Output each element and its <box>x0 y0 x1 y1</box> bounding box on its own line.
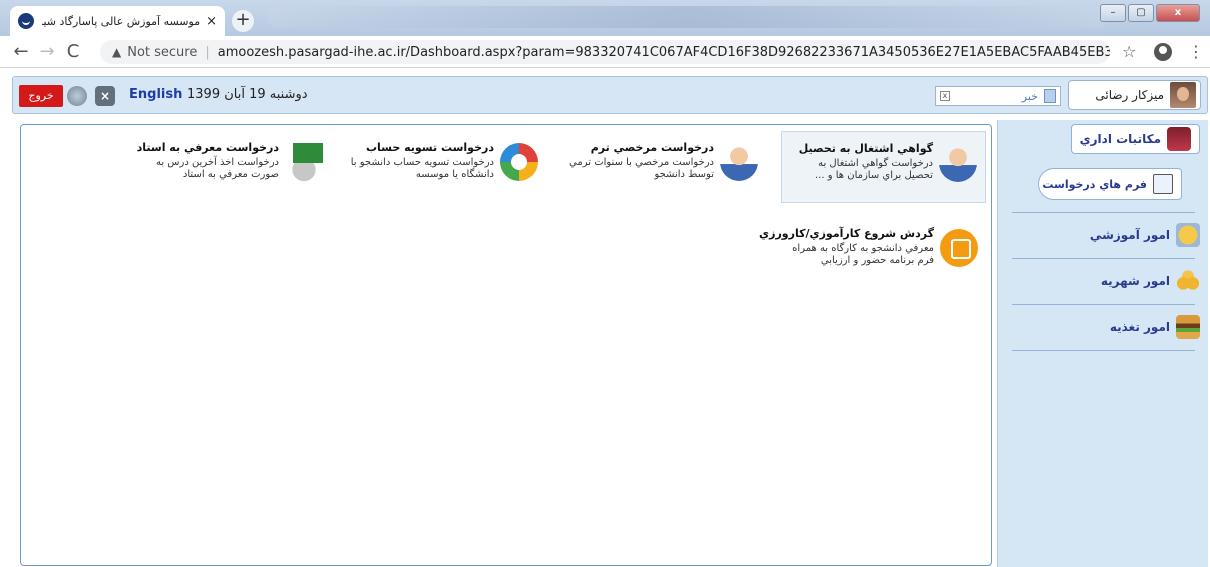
tab-title: موسسه آموزش عالی پاسارگاد شیراز | شر... <box>42 14 201 28</box>
office-letter-icon <box>1167 127 1191 151</box>
sidebar-item-label: امور شهريه <box>1100 274 1170 288</box>
divider <box>1012 304 1195 305</box>
student-person-icon <box>939 144 977 182</box>
coins-icon <box>1176 269 1200 293</box>
close-icon[interactable]: × <box>95 86 115 106</box>
user-dashboard-button[interactable]: میزکار رضائی <box>1068 80 1201 110</box>
news-box[interactable]: x خبر <box>935 86 1061 106</box>
news-label: خبر <box>1021 89 1038 103</box>
card-title: درخواست معرفي به استاد <box>136 141 279 154</box>
forward-icon[interactable]: → <box>34 41 60 62</box>
teacher-board-icon <box>285 143 323 181</box>
student-person-icon <box>720 143 758 181</box>
minimize-button[interactable]: – <box>1100 4 1126 22</box>
divider <box>1012 212 1195 213</box>
back-icon[interactable]: ← <box>8 41 34 62</box>
refresh-icon[interactable] <box>67 86 87 106</box>
sidebar: مکاتبات اداري فرم هاي درخواست امور آموزش… <box>997 120 1208 567</box>
new-tab-button[interactable]: + <box>232 10 254 32</box>
site-header: میزکار رضائی x خبر خروج × English دوشنبه… <box>12 76 1208 114</box>
bookmark-star-icon[interactable]: ☆ <box>1122 42 1136 61</box>
cycle-arrows-icon <box>500 143 538 181</box>
food-burger-icon <box>1176 315 1200 339</box>
security-label: Not secure <box>127 44 198 60</box>
internship-icon <box>940 229 978 267</box>
reload-icon[interactable]: C <box>60 41 86 62</box>
card-description: درخواست گواهي اشتغال به تحصيل براي سازما… <box>815 158 933 181</box>
sidebar-item-office-correspondence[interactable]: مکاتبات اداري <box>1070 124 1200 154</box>
window-controls: – ▢ x <box>1100 4 1200 22</box>
sidebar-item-label: مکاتبات اداري <box>1079 132 1161 146</box>
card-employment-certificate[interactable]: گواهي اشتغال به تحصيل درخواست گواهي اشتغ… <box>781 131 986 203</box>
divider <box>1012 258 1195 259</box>
window-close-button[interactable]: x <box>1156 4 1200 22</box>
education-icon <box>1176 223 1200 247</box>
titlebar-background <box>268 6 1108 28</box>
card-teacher-introduction[interactable]: درخواست معرفي به استاد درخواست اخذ آخرين… <box>126 131 331 203</box>
sidebar-item-label: امور تغذيه <box>1109 320 1170 334</box>
separator: | <box>205 44 210 60</box>
avatar <box>1170 82 1196 108</box>
card-internship[interactable]: گردش شروع کارآموزي/کارورزي معرفي دانشجو … <box>759 217 986 289</box>
divider <box>1012 350 1195 351</box>
card-description: درخواست اخذ آخرين درس به صورت معرفي به ا… <box>155 157 279 180</box>
card-settlement[interactable]: درخواست تسويه حساب درخواست تسويه حساب دا… <box>341 131 546 203</box>
user-name: میزکار رضائی <box>1095 88 1164 102</box>
card-description: درخواست مرخصي با سنوات ترمي توسط دانشجو <box>569 157 714 180</box>
browser-titlebar: موسسه آموزش عالی پاسارگاد شیراز | شر... … <box>0 0 1210 36</box>
card-description: معرفي دانشجو به کارگاه به همراه فرم برنا… <box>792 243 934 266</box>
warning-icon: ▲ <box>112 45 122 59</box>
card-title: گواهي اشتغال به تحصيل <box>798 142 933 155</box>
url-text: amoozesh.pasargad-ihe.ac.ir/Dashboard.as… <box>217 44 1110 60</box>
card-title: درخواست تسويه حساب <box>365 141 494 154</box>
card-title: درخواست مرخصي ترم <box>590 141 714 154</box>
tab-close-icon[interactable]: × <box>206 14 217 29</box>
sidebar-item-label: امور آموزشي <box>1089 228 1170 242</box>
language-link[interactable]: English <box>129 87 182 102</box>
logout-button[interactable]: خروج <box>19 85 63 107</box>
account-icon[interactable] <box>1154 43 1172 61</box>
address-bar[interactable]: ▲ Not secure | amoozesh.pasargad-ihe.ac.… <box>100 40 1110 64</box>
sidebar-item-education[interactable]: امور آموزشي <box>1090 220 1200 250</box>
content-panel: گواهي اشتغال به تحصيل درخواست گواهي اشتغ… <box>20 124 992 566</box>
browser-toolbar: ← → C ▲ Not secure | amoozesh.pasargad-i… <box>0 36 1210 68</box>
maximize-button[interactable]: ▢ <box>1128 4 1154 22</box>
sidebar-item-request-forms[interactable]: فرم هاي درخواست <box>1038 168 1182 200</box>
sidebar-item-label: فرم هاي درخواست <box>1042 177 1147 191</box>
browser-menu-icon[interactable]: ⋮ <box>1188 42 1204 61</box>
site-page: میزکار رضائی x خبر خروج × English دوشنبه… <box>0 68 1210 567</box>
news-icon <box>1044 89 1056 103</box>
card-description: درخواست تسويه حساب دانشجو با دانشگاه يا … <box>350 157 494 180</box>
browser-tab[interactable]: موسسه آموزش عالی پاسارگاد شیراز | شر... … <box>10 6 225 36</box>
sidebar-item-nutrition[interactable]: امور تغذيه <box>1110 312 1200 342</box>
site-favicon-icon <box>18 13 34 29</box>
sidebar-item-tuition[interactable]: امور شهريه <box>1101 266 1200 296</box>
current-date: دوشنبه 19 آبان 1399 <box>187 87 308 102</box>
card-title: گردش شروع کارآموزي/کارورزي <box>759 227 934 240</box>
form-checkbox-icon <box>1153 174 1173 194</box>
news-close-icon[interactable]: x <box>940 91 950 101</box>
card-term-leave[interactable]: درخواست مرخصي ترم درخواست مرخصي با سنوات… <box>561 131 766 203</box>
